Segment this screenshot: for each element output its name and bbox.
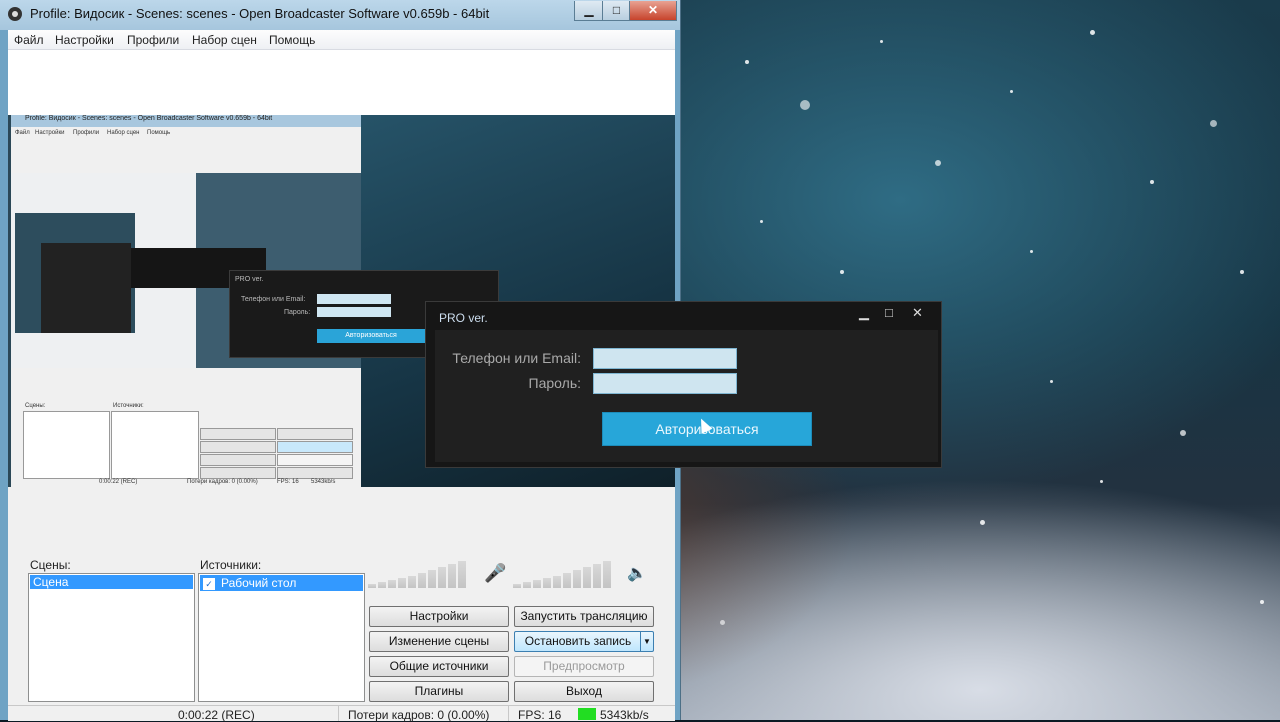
nested-scenes-list <box>23 411 110 479</box>
nested-title: Profile: Видосик - Scenes: scenes - Open… <box>25 115 273 122</box>
scenes-list[interactable]: Сцена <box>28 573 195 702</box>
dialog-maximize-button[interactable]: □ <box>885 305 893 320</box>
speaker-icon[interactable]: 🔈 <box>627 564 647 584</box>
nested-menu-help: Помощь <box>147 130 171 136</box>
menu-scene-collection[interactable]: Набор сцен <box>192 33 257 47</box>
sources-label: Источники: <box>200 558 262 572</box>
exit-button[interactable]: Выход <box>514 681 654 702</box>
menu-profiles[interactable]: Профили <box>127 33 179 47</box>
nested-sources-btn <box>200 454 276 466</box>
scene-item[interactable]: Сцена <box>30 575 193 589</box>
phone-email-input[interactable] <box>593 348 737 369</box>
mic-volume-meter[interactable] <box>513 560 621 588</box>
nested-exit-btn <box>277 467 353 479</box>
desktop-volume-meter[interactable] <box>368 560 476 588</box>
nested-dropped: Потери кадров: 0 (0.00%) <box>187 479 258 485</box>
nested-menu-settings: Настройки <box>35 130 65 136</box>
nested-time: 0:00:22 (REC) <box>99 479 138 485</box>
bitrate-indicator <box>578 708 596 720</box>
dialog-title: PRO ver. <box>439 311 488 325</box>
menu-bar: Файл Настройки Профили Набор сцен Помощь <box>8 30 675 50</box>
dialog-close-button[interactable]: ✕ <box>912 305 923 321</box>
nested-scenes-label: Сцены: <box>25 403 46 409</box>
phone-label: Телефон или Email: <box>452 350 581 366</box>
preview-button[interactable]: Предпросмотр <box>514 656 654 677</box>
microphone-icon[interactable]: 🎤 <box>484 562 506 584</box>
close-button[interactable]: ✕ <box>629 1 677 21</box>
maximize-button[interactable]: □ <box>602 1 631 21</box>
nested-stop-btn <box>277 441 353 453</box>
scenes-label: Сцены: <box>30 558 71 572</box>
menu-help[interactable]: Помощь <box>269 33 315 47</box>
chevron-down-icon[interactable]: ▼ <box>640 632 653 651</box>
password-label: Пароль: <box>528 375 581 391</box>
dialog-body: Телефон или Email: Пароль: Авторизоватьс… <box>435 330 938 462</box>
nested-plugins-btn <box>200 467 276 479</box>
nested-title-bar: Profile: Видосик - Scenes: scenes - Open… <box>11 115 361 127</box>
password-input[interactable] <box>593 373 737 394</box>
stop-recording-label: Остановить запись <box>524 634 632 648</box>
source-checkbox[interactable]: ✓ <box>203 577 215 590</box>
nested-password-label: Пароль: <box>284 309 311 316</box>
edit-scene-button[interactable]: Изменение сцены <box>369 631 509 652</box>
nested-fps: FPS: 16 <box>277 479 299 485</box>
plugins-button[interactable]: Плагины <box>369 681 509 702</box>
global-sources-button[interactable]: Общие источники <box>369 656 509 677</box>
sources-list[interactable]: ✓ Рабочий стол <box>198 573 365 702</box>
nested-phone-label: Телефон или Email: <box>241 296 306 303</box>
obs-logo-icon <box>8 7 22 21</box>
nested-password-field <box>317 307 391 317</box>
nested-pro-title: PRO ver. <box>235 276 264 283</box>
nested-sources-label: Источники: <box>113 403 144 409</box>
source-item[interactable]: ✓ Рабочий стол <box>200 575 363 591</box>
settings-button[interactable]: Настройки <box>369 606 509 627</box>
menu-file[interactable]: Файл <box>14 33 44 47</box>
nested-preview-btn <box>277 454 353 466</box>
title-bar[interactable]: Profile: Видосик - Scenes: scenes - Open… <box>0 0 680 30</box>
pro-login-dialog: PRO ver. ▁ □ ✕ Телефон или Email: Пароль… <box>425 301 942 468</box>
dialog-minimize-button[interactable]: ▁ <box>859 305 869 321</box>
menu-settings[interactable]: Настройки <box>55 33 114 47</box>
preview-area-top <box>8 50 675 115</box>
nested-phone-field <box>317 294 391 304</box>
nested-submit-button: Авторизоваться <box>317 329 425 343</box>
nested-sources-list <box>111 411 199 479</box>
nested-stream-btn <box>277 428 353 440</box>
nested-bitrate: 5343kb/s <box>311 479 336 485</box>
nested-menu-scenes: Набор сцен <box>107 130 140 136</box>
source-item-label: Рабочий стол <box>221 576 297 590</box>
start-stream-button[interactable]: Запустить трансляцию <box>514 606 654 627</box>
window-title: Profile: Видосик - Scenes: scenes - Open… <box>30 6 490 21</box>
nested-menu-file: Файл <box>15 130 30 136</box>
nested-settings-btn <box>200 428 276 440</box>
stop-recording-button[interactable]: Остановить запись ▼ <box>514 631 654 652</box>
nested-menu-profiles: Профили <box>73 130 100 136</box>
nested-scene-btn <box>200 441 276 453</box>
status-bar: 0:00:22 (REC) Потери кадров: 0 (0.00%) F… <box>8 705 675 722</box>
minimize-button[interactable]: ▁ <box>574 1 604 21</box>
